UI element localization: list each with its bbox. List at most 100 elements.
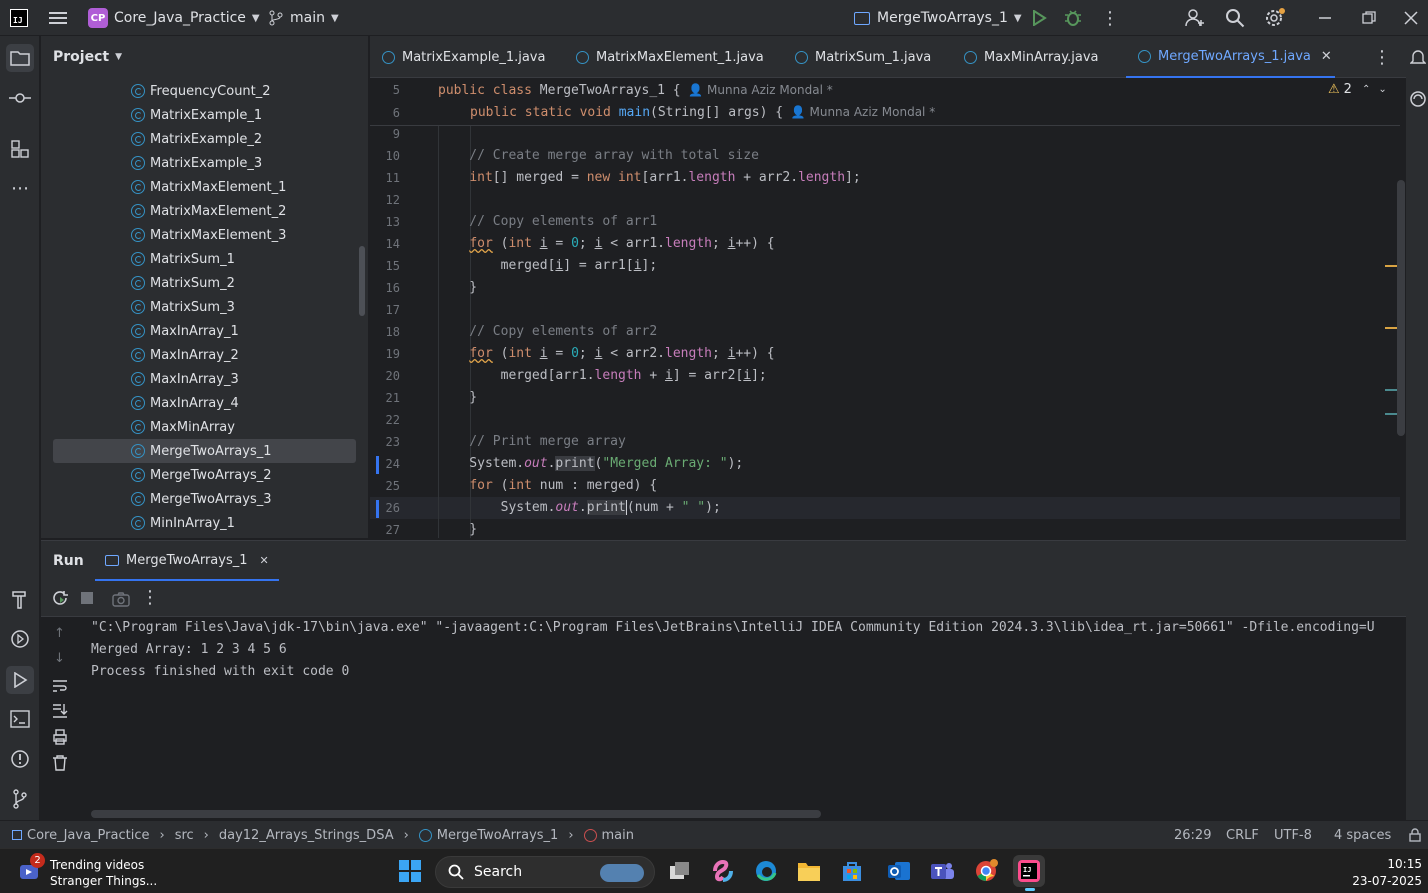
tree-item[interactable]: MaxInArray_1 — [53, 319, 356, 343]
warning-marker[interactable] — [1385, 327, 1397, 329]
search-icon[interactable] — [1225, 0, 1245, 36]
soft-wrap-icon[interactable] — [52, 679, 68, 697]
main-menu-icon[interactable] — [48, 0, 68, 36]
edge-browser-icon[interactable] — [750, 855, 782, 887]
line-number[interactable]: 9 — [370, 123, 400, 145]
arrow-down-icon[interactable]: ↓ — [54, 651, 65, 666]
more-options-icon[interactable]: ⋮ — [1101, 0, 1119, 36]
tree-item[interactable]: MatrixExample_3 — [53, 151, 356, 175]
commit-icon[interactable] — [8, 86, 32, 110]
print-icon[interactable] — [52, 729, 68, 749]
close-button[interactable] — [1404, 0, 1418, 36]
news-widget-icon[interactable]: 2 — [18, 853, 45, 883]
line-number[interactable]: 11 — [370, 167, 400, 189]
warnings-indicator[interactable]: ⚠ 2 ⌃ ⌄ — [1328, 82, 1387, 97]
tree-item[interactable]: MatrixSum_2 — [53, 271, 356, 295]
news-title[interactable]: Trending videos — [50, 858, 144, 872]
tree-item[interactable]: MatrixExample_1 — [53, 103, 356, 127]
line-number[interactable]: 13 — [370, 211, 400, 233]
build-hammer-icon[interactable] — [8, 587, 32, 611]
breadcrumb-method[interactable]: main — [602, 828, 634, 843]
ai-assistant-icon[interactable] — [1409, 90, 1427, 112]
tree-scrollbar[interactable] — [359, 246, 365, 316]
line-number[interactable]: 15 — [370, 255, 400, 277]
tree-item[interactable]: MaxMinArray — [53, 415, 356, 439]
tab-mergetwoarrays-1[interactable]: MergeTwoArrays_1.java ✕ — [1126, 36, 1335, 78]
microsoft-store-icon[interactable] — [836, 855, 868, 887]
tab-matrixexample-1[interactable]: MatrixExample_1.java — [382, 36, 545, 78]
line-number[interactable]: 24 — [370, 453, 400, 475]
line-number[interactable]: 18 — [370, 321, 400, 343]
line-number[interactable]: 14 — [370, 233, 400, 255]
indent-setting[interactable]: 4 spaces — [1334, 821, 1391, 849]
caret-position[interactable]: 26:29 — [1174, 821, 1211, 849]
branch-selector[interactable]: main ▼ — [268, 0, 339, 36]
start-button[interactable] — [394, 855, 426, 887]
line-number[interactable]: 16 — [370, 277, 400, 299]
breadcrumb-src[interactable]: src — [175, 828, 194, 843]
debug-button[interactable] — [1064, 0, 1082, 36]
file-explorer-icon[interactable] — [793, 855, 825, 887]
news-subtitle[interactable]: Stranger Things... — [50, 874, 157, 888]
chevron-up-icon[interactable]: ⌃ — [1362, 84, 1370, 95]
chrome-icon[interactable] — [970, 855, 1002, 887]
line-number[interactable]: 23 — [370, 431, 400, 453]
outlook-icon[interactable] — [883, 855, 915, 887]
notifications-icon[interactable] — [1409, 48, 1427, 70]
tab-maxminarray[interactable]: MaxMinArray.java — [964, 36, 1098, 78]
close-tab-icon[interactable]: ✕ — [1321, 49, 1332, 64]
tab-matrixmaxelement-1[interactable]: MatrixMaxElement_1.java — [576, 36, 764, 78]
run-config-selector[interactable]: MergeTwoArrays_1 ▼ — [854, 0, 1022, 36]
line-number[interactable]: 12 — [370, 189, 400, 211]
structure-icon[interactable] — [8, 137, 32, 161]
lock-icon[interactable] — [1408, 821, 1422, 849]
breadcrumb-class[interactable]: MergeTwoArrays_1 — [437, 828, 559, 843]
editor-scrollbar[interactable] — [1397, 180, 1405, 436]
line-number[interactable]: 20 — [370, 365, 400, 387]
restore-button[interactable] — [1362, 0, 1376, 36]
more-options-icon[interactable]: ⋮ — [141, 587, 159, 608]
line-number[interactable]: 19 — [370, 343, 400, 365]
line-number[interactable]: 10 — [370, 145, 400, 167]
problems-icon[interactable] — [8, 747, 32, 771]
line-separator[interactable]: CRLF — [1226, 821, 1259, 849]
stop-icon[interactable] — [81, 592, 93, 604]
line-number[interactable]: 26 — [370, 497, 400, 519]
tree-item[interactable]: MergeTwoArrays_3 — [53, 487, 356, 511]
line-number[interactable]: 17 — [370, 299, 400, 321]
terminal-icon[interactable] — [8, 707, 32, 731]
sticky-line-number[interactable]: 5 — [370, 79, 400, 101]
breadcrumb-project[interactable]: Core_Java_Practice — [27, 828, 149, 843]
taskbar-search[interactable]: Search — [435, 856, 655, 888]
breadcrumb-package[interactable]: day12_Arrays_Strings_DSA — [219, 828, 394, 843]
warning-marker[interactable] — [1385, 265, 1397, 267]
tree-item[interactable]: MatrixSum_1 — [53, 247, 356, 271]
run-button[interactable] — [1031, 0, 1047, 36]
scroll-to-end-icon[interactable] — [52, 703, 68, 723]
git-icon[interactable] — [8, 787, 32, 811]
file-encoding[interactable]: UTF-8 — [1274, 821, 1312, 849]
clock-time[interactable]: 10:15 — [1346, 857, 1422, 871]
clock-date[interactable]: 23-07-2025 — [1338, 874, 1422, 888]
intellij-taskbar-icon[interactable]: IJ — [1013, 855, 1045, 891]
add-user-icon[interactable] — [1184, 0, 1206, 36]
tree-item[interactable]: MatrixSum_3 — [53, 295, 356, 319]
arrow-up-icon[interactable]: ↑ — [54, 626, 65, 641]
project-selector[interactable]: CP Core_Java_Practice ▼ — [88, 0, 260, 36]
tree-item[interactable]: MatrixMaxElement_1 — [53, 175, 356, 199]
chevron-down-icon[interactable]: ⌄ — [1378, 84, 1386, 95]
settings-gear-icon[interactable] — [1264, 0, 1286, 36]
project-folder-icon[interactable] — [6, 44, 34, 72]
copilot-icon[interactable] — [707, 855, 739, 887]
camera-icon[interactable] — [112, 591, 130, 611]
tree-item[interactable]: MatrixMaxElement_3 — [53, 223, 356, 247]
close-tab-icon[interactable]: ✕ — [260, 554, 269, 567]
services-icon[interactable] — [8, 627, 32, 651]
run-tab[interactable]: MergeTwoArrays_1 ✕ — [95, 541, 279, 581]
task-view-icon[interactable] — [664, 855, 696, 887]
project-panel-header[interactable]: Project ▼ — [53, 36, 122, 78]
tab-matrixsum-1[interactable]: MatrixSum_1.java — [795, 36, 931, 78]
minimize-button[interactable] — [1318, 0, 1332, 36]
line-number[interactable]: 25 — [370, 475, 400, 497]
tree-item[interactable]: MergeTwoArrays_2 — [53, 463, 356, 487]
